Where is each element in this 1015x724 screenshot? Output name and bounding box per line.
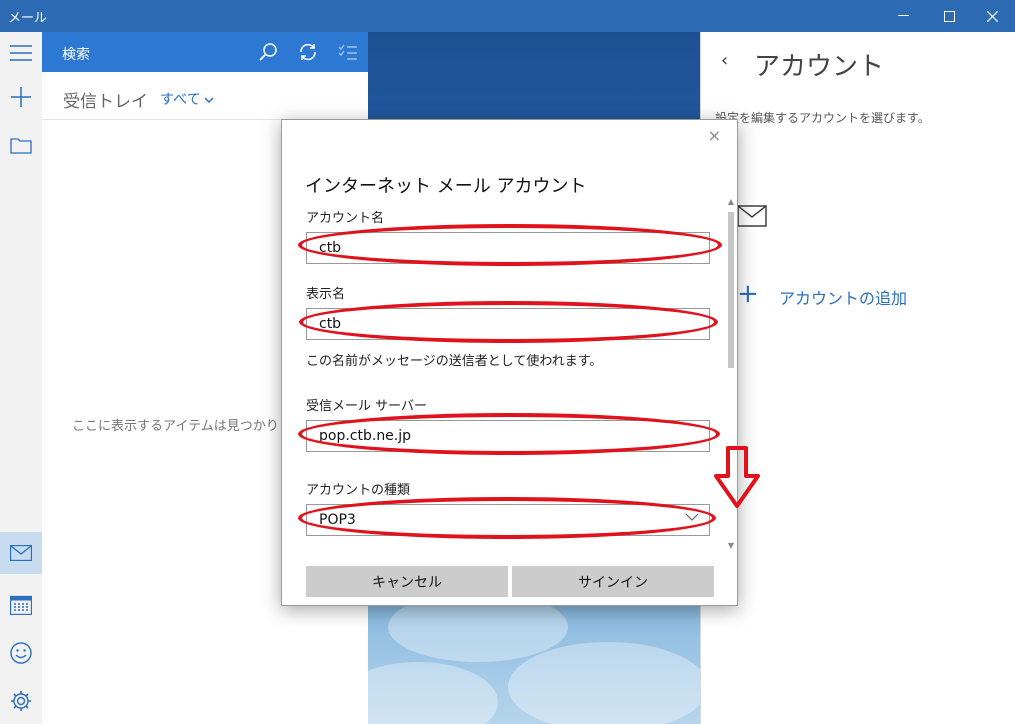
smiley-icon — [10, 642, 32, 664]
title-bar: メール — [0, 0, 1015, 32]
accounts-panel: ‹ アカウント 設定を編集するアカウントを選びます。 + アカウントの追加 — [700, 32, 1015, 724]
search-bar[interactable]: 検索 — [42, 32, 368, 72]
settings-icon — [11, 691, 31, 711]
hamburger-button[interactable] — [0, 32, 42, 74]
existing-account-mail-icon[interactable] — [737, 204, 767, 228]
search-button[interactable] — [256, 40, 280, 64]
feedback-button[interactable] — [0, 632, 42, 674]
scroll-up-arrow[interactable]: ▲ — [726, 197, 736, 207]
close-window-button[interactable] — [969, 0, 1015, 32]
compose-icon — [11, 87, 31, 107]
cancel-button[interactable]: キャンセル — [306, 566, 508, 597]
maximize-button[interactable] — [926, 0, 972, 32]
empty-list-message: ここに表示するアイテムは見つかりませ — [72, 419, 305, 434]
minimize-button[interactable] — [880, 0, 926, 32]
cloud — [508, 642, 700, 724]
chevron-down-icon — [204, 97, 214, 103]
highlight-account-type — [298, 497, 716, 539]
search-icon — [259, 43, 277, 61]
cloud — [368, 662, 498, 724]
back-button[interactable]: ‹ — [721, 50, 728, 71]
close-icon — [986, 10, 998, 22]
calendar-app-button[interactable] — [0, 584, 42, 626]
scroll-thumb[interactable] — [728, 212, 734, 368]
display-name-hint: この名前がメッセージの送信者として使われます。 — [306, 354, 603, 369]
accounts-title: アカウント — [754, 52, 885, 82]
checklist-icon — [338, 44, 357, 60]
filter-dropdown[interactable]: すべて — [160, 89, 214, 109]
search-label: 検索 — [62, 47, 90, 63]
window-title: メール — [8, 11, 48, 26]
new-mail-button[interactable] — [0, 76, 42, 118]
minimize-icon — [897, 15, 909, 16]
sign-in-button[interactable]: サインイン — [512, 566, 714, 597]
highlight-account-name — [298, 224, 722, 266]
add-account-plus-icon[interactable]: + — [737, 281, 759, 307]
down-arrow-icon — [714, 446, 760, 508]
accounts-description: 設定を編集するアカウントを選びます。 — [715, 111, 930, 125]
display-name-label: 表示名 — [306, 287, 346, 302]
filter-label: すべて — [160, 92, 201, 108]
highlight-display-name — [299, 301, 718, 343]
mail-icon — [10, 545, 32, 561]
account-type-label: アカウントの種類 — [306, 483, 411, 498]
nav-rail — [0, 32, 42, 724]
menu-icon — [10, 45, 32, 61]
settings-button[interactable] — [0, 680, 42, 722]
dialog-title: インターネット メール アカウント — [305, 176, 587, 197]
scroll-down-arrow[interactable]: ▼ — [726, 541, 736, 551]
folder-header: 受信トレイ すべて — [42, 72, 368, 120]
maximize-icon — [943, 10, 955, 22]
folder-icon — [10, 138, 32, 154]
selection-mode-button[interactable] — [336, 40, 360, 64]
sync-icon — [300, 43, 316, 61]
dialog-close-button[interactable]: × — [708, 126, 721, 145]
account-name-label: アカウント名 — [306, 211, 385, 226]
sync-button[interactable] — [296, 40, 320, 64]
incoming-server-label: 受信メール サーバー — [306, 399, 428, 414]
add-account-link[interactable]: アカウントの追加 — [779, 285, 907, 309]
mail-app-button[interactable] — [0, 532, 42, 574]
folders-button[interactable] — [0, 124, 42, 166]
folder-title: 受信トレイ — [63, 92, 148, 112]
highlight-incoming-server — [298, 413, 720, 455]
calendar-icon — [10, 595, 32, 615]
